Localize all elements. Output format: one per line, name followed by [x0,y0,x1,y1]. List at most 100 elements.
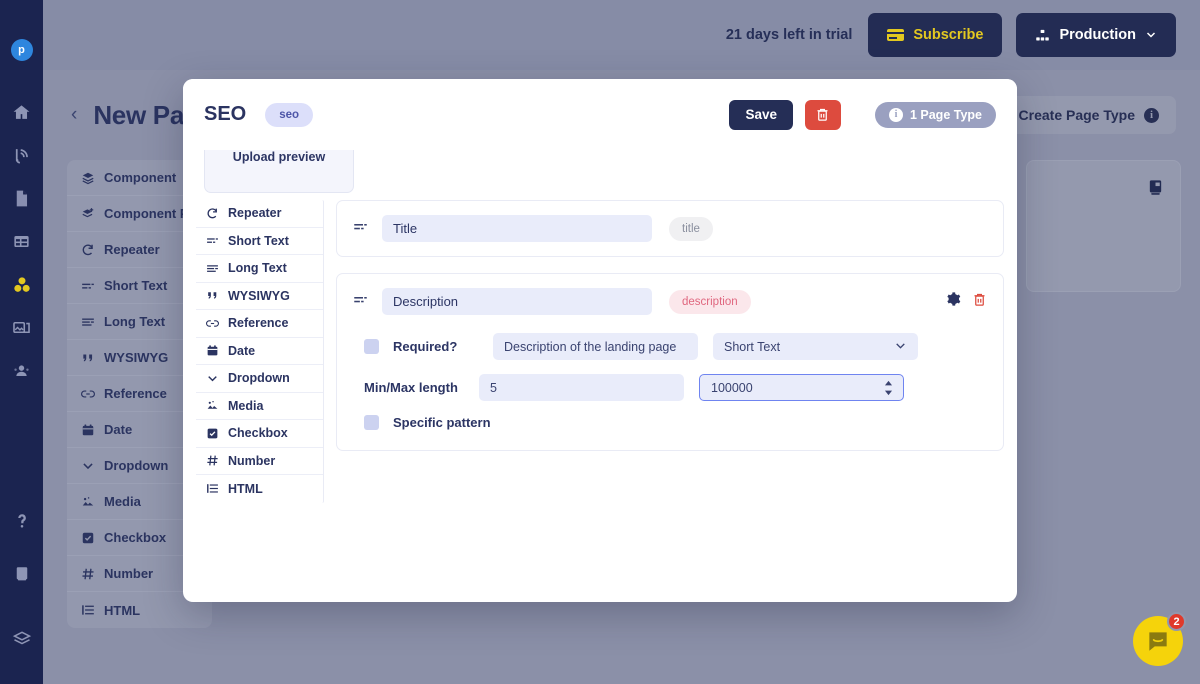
intercom-launcher[interactable]: 2 [1133,612,1186,666]
required-label: Required? [393,339,458,354]
home-icon[interactable] [0,91,43,134]
palette-label: Date [228,343,256,358]
palette-item-html[interactable]: HTML [196,475,323,503]
layers-icon[interactable] [0,617,43,660]
field-name-input[interactable] [382,288,652,315]
repeat-icon [207,208,217,219]
palette-item-dropdown[interactable]: Dropdown [196,365,323,393]
layers-icon [82,172,94,184]
field-key-badge: title [669,216,713,241]
bg-palette-label: Component [104,170,177,185]
components-icon[interactable] [0,263,43,306]
page-type-label: 1 Page Type [909,107,982,122]
max-length-input[interactable] [699,374,904,401]
bg-palette-label: Dropdown [104,458,169,473]
chevron-down-icon [1146,32,1156,38]
palette-item-long-text[interactable]: Long Text [196,255,323,283]
gear-icon[interactable] [945,291,961,312]
quote-icon [208,292,217,299]
bg-palette-label: Short Text [104,278,168,293]
users-icon[interactable] [0,349,43,392]
background-content-card[interactable] [1026,160,1181,292]
palette-label: Reference [228,316,289,331]
palette-label: Checkbox [228,426,288,441]
min-length-input[interactable] [479,374,684,401]
required-checkbox[interactable] [364,339,379,354]
environment-selector[interactable]: Production [1016,13,1176,57]
document-icon[interactable] [0,177,43,220]
book-icon [1147,179,1164,201]
short-text-icon [207,238,218,244]
fields-list: title description [336,200,1004,467]
bg-palette-label: Media [104,494,141,509]
delete-component-button[interactable] [804,99,841,130]
palette-item-checkbox[interactable]: Checkbox [196,420,323,448]
sitemap-icon [1036,29,1050,40]
bg-palette-label: Repeater [104,242,160,257]
minmax-label: Min/Max length [364,380,458,395]
bg-palette-label: HTML [104,602,141,618]
app-nav-rail: p [0,0,43,684]
bg-palette-label: Reference [104,386,167,401]
trial-status: 21 days left in trial [725,27,853,43]
field-card-description: description Req [336,273,1004,451]
palette-item-number[interactable]: Number [196,448,323,475]
upload-preview-label: Upload preview [232,150,326,164]
modal-field-palette: Repeater Short Text Long Text WYSIWYG Re… [196,200,324,503]
bg-palette-label: Number [104,566,154,581]
list-icon [82,605,94,615]
info-icon: i [1144,107,1159,123]
save-button[interactable]: Save [729,99,793,130]
subscribe-button[interactable]: Subscribe [868,13,1003,57]
short-text-icon [82,283,94,289]
field-name-input[interactable] [382,215,652,242]
back-button[interactable]: ‹ [71,104,77,126]
bg-palette-label: Checkbox [104,530,167,545]
chat-icon [1149,632,1167,651]
repeat-icon [82,244,93,255]
app-root: p 21 days left in trial Subscribe Produc… [0,0,1200,684]
page-type-badge[interactable]: i 1 Page Type [874,101,996,128]
field-row: title [337,201,1003,256]
specific-pattern-label: Specific pattern [393,415,491,430]
palette-item-short-text[interactable]: Short Text [196,228,323,255]
field-type-value: Short Text [724,339,781,354]
field-card-title: title [336,200,1004,257]
hash-icon [207,455,218,466]
avatar[interactable]: p [10,39,33,61]
number-spinner-icon[interactable] [884,380,893,396]
create-page-type-button[interactable]: Create Page Type i [1001,96,1176,134]
palette-item-repeater[interactable]: Repeater [196,200,323,228]
palette-item-date[interactable]: Date [196,338,323,365]
bg-palette-label: Date [104,422,133,437]
environment-label: Production [1059,27,1136,43]
settings-row-minmax: Min/Max length [364,374,987,401]
drag-handle-icon[interactable] [353,292,368,312]
bg-palette-label: WYSIWYG [104,350,169,365]
palette-label: Repeater [228,206,282,221]
palette-item-wysiwyg[interactable]: WYSIWYG [196,283,323,310]
create-page-type-label: Create Page Type [1018,107,1135,123]
modal-header: SEO seo Save i 1 Page Type [183,79,1017,150]
modal-header-actions: Save i 1 Page Type [729,99,996,130]
palette-label: HTML [228,481,263,496]
drag-handle-icon[interactable] [353,219,368,239]
delete-field-icon[interactable] [972,292,987,312]
image-icon [207,401,218,409]
broadcast-icon[interactable] [0,134,43,177]
media-icon[interactable] [0,306,43,349]
link-icon [206,320,219,327]
specific-pattern-checkbox[interactable] [364,415,379,430]
book-icon[interactable] [0,552,43,595]
placeholder-input[interactable] [493,333,698,360]
palette-label: Dropdown [228,371,290,386]
palette-item-media[interactable]: Media [196,393,323,420]
field-type-select[interactable]: Short Text [713,333,918,360]
bg-palette-label: Long Text [104,314,166,329]
palette-item-reference[interactable]: Reference [196,310,323,338]
max-length-wrapper [684,374,904,401]
table-icon[interactable] [0,220,43,263]
help-icon[interactable] [0,512,43,552]
subscribe-label: Subscribe [913,27,984,43]
link-icon [81,390,95,397]
